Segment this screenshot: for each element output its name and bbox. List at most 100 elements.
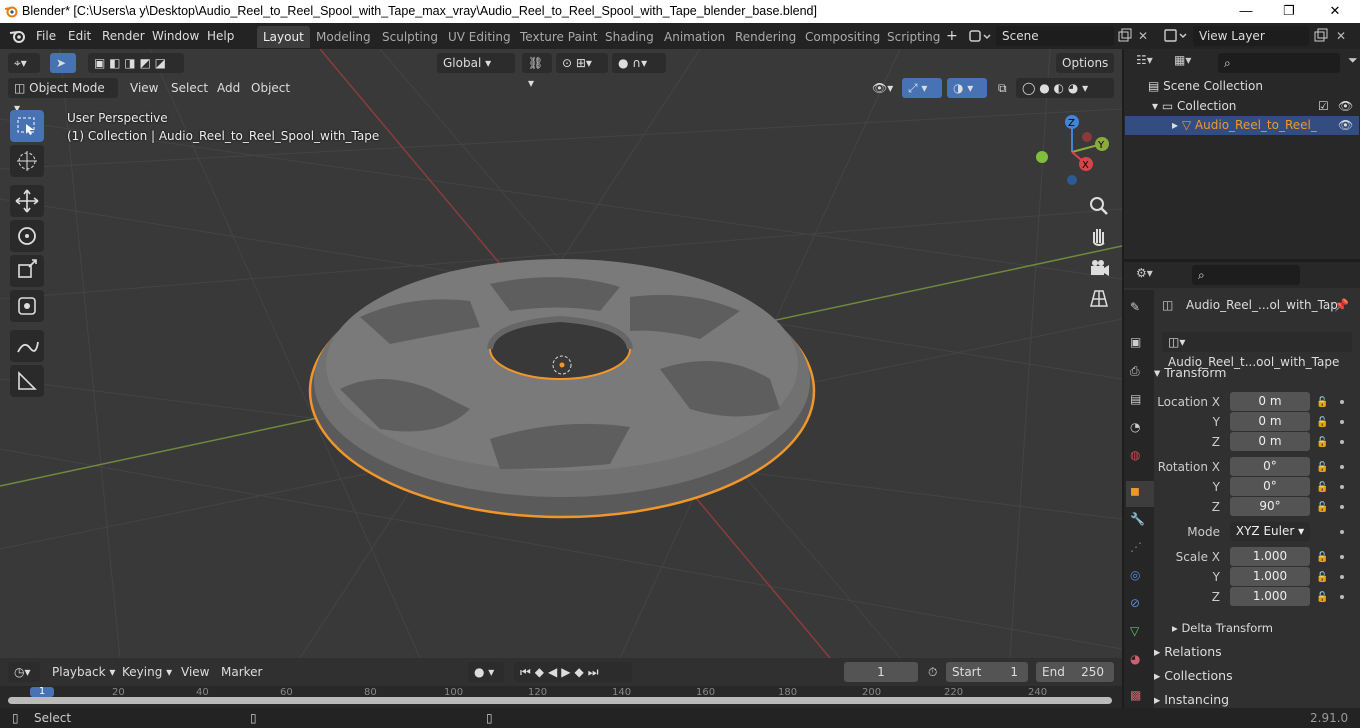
- use-preview-range-icon[interactable]: ⏱: [922, 662, 943, 682]
- scene-browse-icon[interactable]: [968, 28, 992, 46]
- tab-compositing[interactable]: Compositing: [799, 26, 886, 48]
- lock-scale-x-icon[interactable]: 🔓: [1316, 552, 1328, 563]
- timeline-menu-view[interactable]: View: [175, 662, 215, 682]
- object-visibility-eye-icon[interactable]: 👁: [1338, 118, 1353, 132]
- tab-rendering[interactable]: Rendering: [729, 26, 802, 48]
- pan-hand-icon[interactable]: [1086, 223, 1112, 249]
- outliner-collection-row[interactable]: ▾ ▭ Collection: [1152, 99, 1236, 113]
- location-y-field[interactable]: 0 m: [1230, 412, 1310, 431]
- timeline-menu-playback[interactable]: Playback ▾: [46, 662, 121, 682]
- relations-panel-header[interactable]: ▸ Relations: [1154, 641, 1354, 663]
- tab-shading[interactable]: Shading: [599, 26, 660, 48]
- lock-scale-y-icon[interactable]: 🔓: [1316, 572, 1328, 583]
- location-z-field[interactable]: 0 m: [1230, 432, 1310, 451]
- collections-panel-header[interactable]: ▸ Collections: [1154, 665, 1354, 687]
- blender-menu-icon[interactable]: [9, 28, 27, 44]
- lock-location-z-icon[interactable]: 🔓: [1316, 437, 1328, 448]
- tab-sculpting[interactable]: Sculpting: [376, 26, 444, 48]
- new-scene-icon[interactable]: [1117, 28, 1133, 44]
- scale-y-field[interactable]: 1.000: [1230, 567, 1310, 586]
- editor-type-button[interactable]: ⌖▾: [8, 53, 40, 73]
- timeline-menu-marker[interactable]: Marker: [215, 662, 268, 682]
- new-view-layer-icon[interactable]: [1313, 28, 1329, 44]
- transform-orientation-select[interactable]: Global ▾: [437, 53, 515, 73]
- keyframe-dot-icon[interactable]: [1340, 575, 1344, 579]
- delta-transform-header[interactable]: ▸ Delta Transform: [1172, 617, 1360, 639]
- tab-layout[interactable]: Layout: [257, 26, 310, 48]
- shading-mode-buttons[interactable]: ◯ ● ◐ ◕ ▾: [1016, 78, 1114, 98]
- current-frame-marker[interactable]: 1: [30, 687, 54, 697]
- expand-arrow-icon[interactable]: ▸: [1172, 118, 1178, 132]
- tab-modeling[interactable]: Modeling: [310, 26, 377, 48]
- pin-icon[interactable]: 📌: [1334, 298, 1349, 312]
- keyframe-dot-icon[interactable]: [1340, 440, 1344, 444]
- filter-icon[interactable]: ⏷: [1348, 53, 1358, 68]
- visibility-icon[interactable]: 👁▾: [866, 78, 899, 98]
- maximize-button[interactable]: ❐: [1274, 2, 1304, 20]
- world-tab-icon[interactable]: ◍: [1130, 448, 1150, 468]
- view-layer-field[interactable]: View Layer: [1193, 26, 1309, 46]
- rotate-tool-icon[interactable]: [10, 220, 44, 252]
- timeline-ruler[interactable]: 1 20 40 60 80 100 120 140 160 180 200 22…: [0, 686, 1122, 708]
- tab-animation[interactable]: Animation: [658, 26, 731, 48]
- outliner-object-item[interactable]: ▸ ▽ Audio_Reel_to_Reel_: [1172, 118, 1317, 132]
- viewport-menu-add[interactable]: Add: [211, 78, 246, 98]
- menu-window[interactable]: Window: [152, 27, 199, 45]
- outliner-editor-type-icon[interactable]: ☷▾: [1136, 53, 1166, 71]
- cursor-tool-icon[interactable]: [10, 145, 44, 177]
- scene-field[interactable]: Scene: [996, 26, 1114, 46]
- gizmo-toggle-icon[interactable]: ⤢ ▾: [902, 78, 942, 98]
- menu-edit[interactable]: Edit: [68, 27, 91, 45]
- transform-panel-header[interactable]: ▾ Transform: [1154, 362, 1354, 384]
- camera-view-icon[interactable]: [1086, 255, 1112, 281]
- xray-toggle-icon[interactable]: ⧉: [992, 78, 1013, 98]
- object-data-field[interactable]: ◫▾ Audio_Reel_t...ool_with_Tape: [1162, 332, 1352, 369]
- end-frame-field[interactable]: End 250: [1036, 662, 1114, 682]
- selection-mode-buttons[interactable]: ▣ ◧ ◨ ◩ ◪: [88, 53, 184, 73]
- options-button[interactable]: Options ▾: [1056, 53, 1114, 90]
- keyframe-dot-icon[interactable]: [1340, 530, 1344, 534]
- view-layer-browse-icon[interactable]: [1163, 28, 1189, 44]
- object-mode-select[interactable]: ◫ Object Mode ▾: [8, 78, 118, 115]
- rotation-y-field[interactable]: 0°: [1230, 477, 1310, 496]
- rotation-mode-select[interactable]: XYZ Euler ▾: [1230, 522, 1310, 541]
- timeline-editor-type-icon[interactable]: ◷▾: [8, 662, 40, 682]
- material-tab-icon[interactable]: ◕: [1130, 652, 1150, 672]
- lock-scale-z-icon[interactable]: 🔓: [1316, 592, 1328, 603]
- particles-tab-icon[interactable]: ⋰: [1130, 540, 1150, 560]
- add-workspace-icon[interactable]: +: [946, 27, 958, 45]
- select-box-tool-icon[interactable]: [10, 110, 44, 142]
- rotation-z-field[interactable]: 90°: [1230, 497, 1310, 516]
- data-tab-icon[interactable]: ▽: [1130, 624, 1150, 644]
- keyframe-dot-icon[interactable]: [1340, 400, 1344, 404]
- location-x-field[interactable]: 0 m: [1230, 392, 1310, 411]
- menu-file[interactable]: File: [36, 27, 56, 45]
- object-tab-icon[interactable]: ◼: [1130, 484, 1150, 504]
- menu-help[interactable]: Help: [207, 27, 234, 45]
- lock-location-x-icon[interactable]: 🔓: [1316, 397, 1328, 408]
- proportional-edit-icon[interactable]: ● ∩▾: [612, 53, 666, 73]
- pivot-point-icon[interactable]: ⛓▾: [522, 53, 552, 90]
- keyframe-dot-icon[interactable]: [1340, 555, 1344, 559]
- scale-z-field[interactable]: 1.000: [1230, 587, 1310, 606]
- lock-location-y-icon[interactable]: 🔓: [1316, 417, 1328, 428]
- render-tab-icon[interactable]: ▣: [1130, 335, 1150, 355]
- remove-view-layer-icon[interactable]: ✕: [1336, 27, 1346, 45]
- scale-x-field[interactable]: 1.000: [1230, 547, 1310, 566]
- viewport-menu-object[interactable]: Object: [245, 78, 296, 98]
- keyframe-dot-icon[interactable]: [1340, 420, 1344, 424]
- texture-tab-icon[interactable]: ▩: [1130, 688, 1150, 708]
- start-frame-field[interactable]: Start 1: [946, 662, 1028, 682]
- keyframe-dot-icon[interactable]: [1340, 505, 1344, 509]
- lock-rotation-y-icon[interactable]: 🔓: [1316, 482, 1328, 493]
- lock-rotation-x-icon[interactable]: 🔓: [1316, 462, 1328, 473]
- exclude-checkbox-icon[interactable]: ☑: [1318, 99, 1329, 113]
- snap-icon[interactable]: ⊙ ⊞▾: [556, 53, 608, 73]
- auto-keying-icon[interactable]: ● ▾: [468, 662, 504, 682]
- keyframe-dot-icon[interactable]: [1340, 485, 1344, 489]
- properties-search-input[interactable]: ⌕: [1192, 265, 1300, 285]
- viewport-menu-view[interactable]: View: [124, 78, 164, 98]
- expand-arrow-icon[interactable]: ▾: [1152, 99, 1158, 113]
- tab-uv-editing[interactable]: UV Editing: [442, 26, 517, 48]
- annotate-tool-icon[interactable]: [10, 330, 44, 362]
